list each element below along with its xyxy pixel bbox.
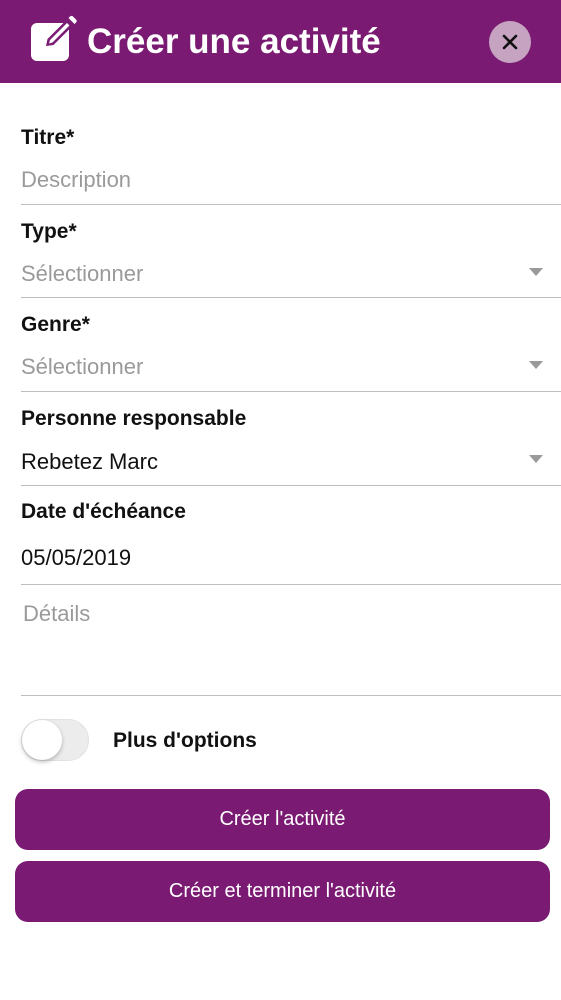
responsible-label: Personne responsable (21, 407, 247, 430)
chevron-down-icon[interactable] (529, 268, 543, 276)
type-select-value[interactable]: Sélectionner (21, 261, 143, 287)
create-activity-button[interactable]: Créer l'activité (15, 789, 550, 850)
more-options-label: Plus d'options (113, 729, 257, 752)
chevron-down-icon[interactable] (529, 455, 543, 463)
close-button[interactable] (489, 21, 531, 63)
details-input[interactable]: Détails (23, 601, 90, 627)
edit-icon (31, 15, 77, 61)
genre-label: Genre* (21, 313, 90, 336)
chevron-down-icon[interactable] (529, 361, 543, 369)
header-bar: Créer une activité (0, 0, 561, 83)
create-and-finish-button[interactable]: Créer et terminer l'activité (15, 861, 550, 922)
title-label: Titre* (21, 126, 75, 149)
responsible-select-value[interactable]: Rebetez Marc (21, 449, 158, 475)
genre-select-value[interactable]: Sélectionner (21, 354, 143, 380)
due-date-label: Date d'échéance (21, 500, 186, 523)
due-date-input[interactable]: 05/05/2019 (21, 545, 131, 571)
title-input[interactable]: Description (21, 167, 131, 193)
page-title: Créer une activité (87, 22, 381, 61)
more-options-toggle[interactable] (21, 719, 89, 761)
divider (21, 695, 561, 696)
toggle-knob[interactable] (22, 720, 62, 760)
type-label: Type* (21, 220, 77, 243)
close-icon (502, 34, 518, 50)
